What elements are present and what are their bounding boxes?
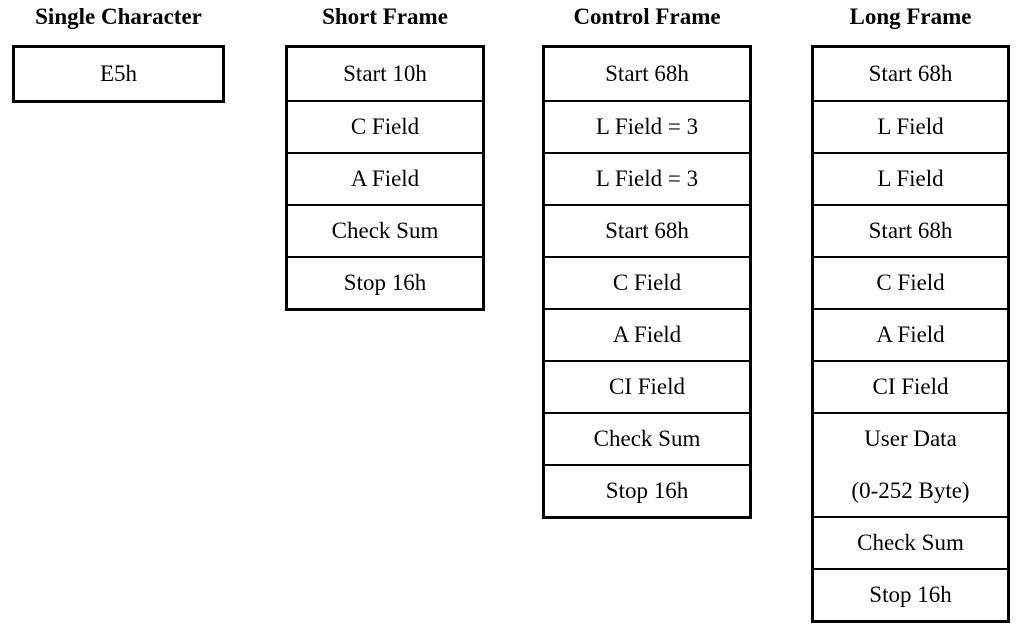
field-label: Check Sum [857, 530, 964, 555]
field-label: C Field [350, 114, 420, 139]
frame-title: Single Character [35, 4, 202, 29]
frame-field: A Field [288, 152, 482, 204]
frame-field: L Field = 3 [545, 100, 749, 152]
frame-field: User Data (0-252 Byte) [814, 412, 1007, 516]
frame-field: L Field [814, 152, 1007, 204]
field-label: A Field [350, 166, 420, 191]
field-label: Start 68h [605, 61, 689, 86]
field-label: A Field [612, 322, 682, 347]
frame-box: Start 68h L Field = 3 L Field = 3 Start 68h… [542, 45, 752, 519]
frame-field: L Field [814, 100, 1007, 152]
frame-field: A Field [814, 308, 1007, 360]
field-label: Stop 16h [343, 270, 427, 295]
field-label: CI Field [608, 374, 686, 399]
field-label: L Field [877, 114, 944, 139]
field-label: A Field [876, 322, 945, 347]
frame-field: Stop 16h [288, 256, 482, 308]
field-label: (0-252 Byte) [851, 478, 970, 503]
field-label: CI Field [872, 374, 949, 399]
field-label: C Field [876, 270, 945, 295]
field-label: User Data [864, 426, 957, 451]
field-label: Start 68h [605, 218, 689, 243]
frame-field: Start 68h [814, 48, 1007, 100]
field-label: Start 68h [868, 218, 953, 243]
frame-field: Stop 16h [814, 568, 1007, 620]
frame-field: CI Field [545, 360, 749, 412]
frame-field: C Field [545, 256, 749, 308]
frame-field: C Field [288, 100, 482, 152]
field-label: Start 10h [343, 61, 427, 86]
frame-field: Start 10h [288, 48, 482, 100]
frame-field: Start 68h [545, 204, 749, 256]
frame-field: C Field [814, 256, 1007, 308]
field-label: L Field [877, 166, 944, 191]
frame-box: Start 68h L Field L Field Start 68h C Field A… [811, 45, 1010, 623]
frame-field: Start 68h [545, 48, 749, 100]
frame-field: Check Sum [288, 204, 482, 256]
field-label: E5h [99, 61, 138, 86]
field-label: Check Sum [593, 426, 701, 451]
frame-box: E5h [12, 45, 225, 103]
field-label: L Field = 3 [595, 166, 699, 191]
frame-field: L Field = 3 [545, 152, 749, 204]
frame-title: Control Frame [573, 4, 721, 29]
frame-title: Long Frame [849, 4, 972, 29]
field-label: Start 68h [868, 61, 953, 86]
frame-field: E5h [15, 48, 222, 100]
frame-field: CI Field [814, 360, 1007, 412]
frame-field: Check Sum [814, 516, 1007, 568]
field-label: Check Sum [331, 218, 439, 243]
field-label: L Field = 3 [595, 114, 699, 139]
frame-field: Stop 16h [545, 464, 749, 516]
field-label: Stop 16h [605, 478, 689, 503]
frame-field: Start 68h [814, 204, 1007, 256]
frame-field: A Field [545, 308, 749, 360]
frame-box: Start 10h C Field A Field Check Sum Stop 16h [285, 45, 485, 311]
frame-field: Check Sum [545, 412, 749, 464]
field-label: C Field [612, 270, 682, 295]
field-label: Stop 16h [869, 582, 952, 607]
frame-title: Short Frame [322, 4, 448, 29]
